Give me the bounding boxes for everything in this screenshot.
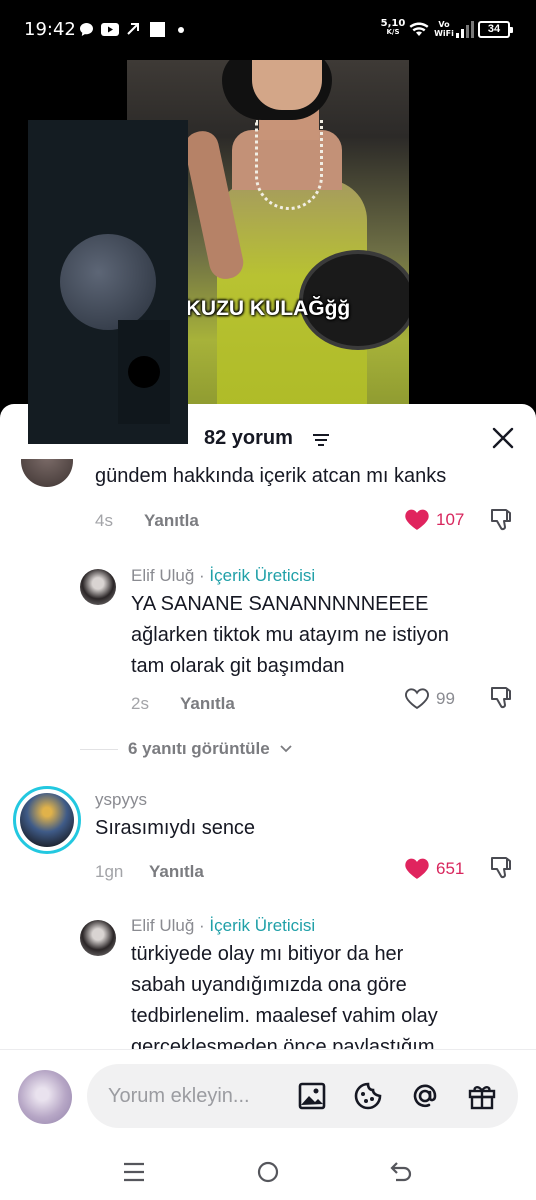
comment-time: 4s	[95, 511, 113, 530]
battery-level: 34	[487, 23, 501, 35]
overlay-dot	[128, 356, 160, 388]
comment-username: Elif Uluğ · İçerik Üreticisi	[131, 916, 316, 935]
status-bar: 19:42 5,10 K/S Vo WiFi 34	[0, 0, 536, 60]
comments-count-title: 82 yorum	[204, 427, 293, 449]
emoji-icon[interactable]	[352, 1080, 384, 1112]
comments-list[interactable]: gündem hakkında içerik atcan mı kanks 4s…	[0, 459, 536, 1049]
like-button[interactable]: 107	[404, 508, 464, 531]
like-count: 107	[436, 509, 465, 529]
view-replies-label: 6 yanıtı görüntüle	[128, 739, 270, 758]
video-figure-face	[252, 60, 322, 110]
mention-icon[interactable]	[409, 1080, 441, 1112]
image-icon[interactable]	[296, 1080, 328, 1112]
comment-username: yspyys	[95, 790, 147, 809]
home-icon[interactable]	[257, 1161, 279, 1183]
view-replies-button[interactable]: 6 yanıtı görüntüle	[80, 739, 292, 759]
vowifi-label: Vo WiFi	[434, 20, 454, 38]
gift-icon[interactable]	[466, 1080, 498, 1112]
like-count: 651	[436, 858, 465, 878]
heart-icon	[405, 688, 429, 710]
redaction-overlay	[28, 120, 188, 444]
comment-text: YA SANANE SANANNNNNEEEE ağlarken tiktok …	[131, 593, 449, 677]
avatar[interactable]	[21, 459, 73, 487]
arrow-icon	[127, 23, 139, 35]
avatar[interactable]	[80, 569, 116, 605]
dot-icon	[178, 27, 184, 33]
like-count: 99	[436, 688, 455, 708]
overlay-circle	[60, 234, 156, 330]
comment-text: türkiyede olay mı bitiyor da her sabah u…	[131, 943, 438, 1049]
chevron-down-icon	[280, 745, 292, 753]
video-necklace	[255, 120, 323, 210]
input-divider	[0, 1049, 536, 1050]
wifi-icon	[409, 22, 429, 36]
comment-input[interactable]: Yorum ekleyin...	[87, 1064, 518, 1128]
comment-input-placeholder: Yorum ekleyin...	[108, 1085, 250, 1107]
comment-time: 2s	[131, 694, 149, 713]
creator-badge: İçerik Üreticisi	[209, 916, 316, 935]
sort-icon[interactable]	[313, 433, 329, 447]
signal-icon	[456, 21, 474, 38]
back-icon[interactable]	[390, 1162, 412, 1182]
avatar[interactable]	[80, 920, 116, 956]
square-icon	[150, 22, 165, 37]
comment-text: gündem hakkında içerik atcan mı kanks	[95, 465, 447, 487]
user-avatar[interactable]	[18, 1070, 72, 1124]
reply-button[interactable]: Yanıtla	[180, 694, 235, 714]
net-speed: 5,10 K/S	[380, 18, 406, 37]
dislike-icon[interactable]	[490, 686, 516, 710]
reply-button[interactable]: Yanıtla	[149, 862, 204, 882]
close-icon[interactable]	[492, 427, 514, 449]
status-time: 19:42	[24, 19, 76, 40]
chat-bubble-icon	[80, 23, 93, 36]
comment-username: Elif Uluğ · İçerik Üreticisi	[131, 566, 316, 585]
dislike-icon[interactable]	[490, 508, 516, 532]
heart-icon	[405, 858, 429, 879]
heart-icon	[405, 509, 429, 530]
avatar[interactable]	[13, 786, 81, 854]
youtube-icon	[101, 23, 119, 36]
like-button[interactable]: 651	[404, 857, 464, 880]
comments-sheet: 82 yorum gündem hakkında içerik atcan mı…	[0, 404, 536, 1200]
comment-time: 1gn	[95, 862, 124, 881]
system-navigation-bar	[0, 1144, 536, 1200]
battery-icon: 34	[478, 21, 513, 38]
view-replies-divider	[80, 748, 118, 750]
reply-button[interactable]: Yanıtla	[144, 511, 199, 531]
like-button[interactable]: 99	[404, 687, 455, 710]
menu-icon[interactable]	[123, 1162, 145, 1182]
comment-text: Sırasımıydı sence	[95, 817, 256, 839]
creator-badge: İçerik Üreticisi	[209, 566, 316, 585]
dislike-icon[interactable]	[490, 856, 516, 880]
